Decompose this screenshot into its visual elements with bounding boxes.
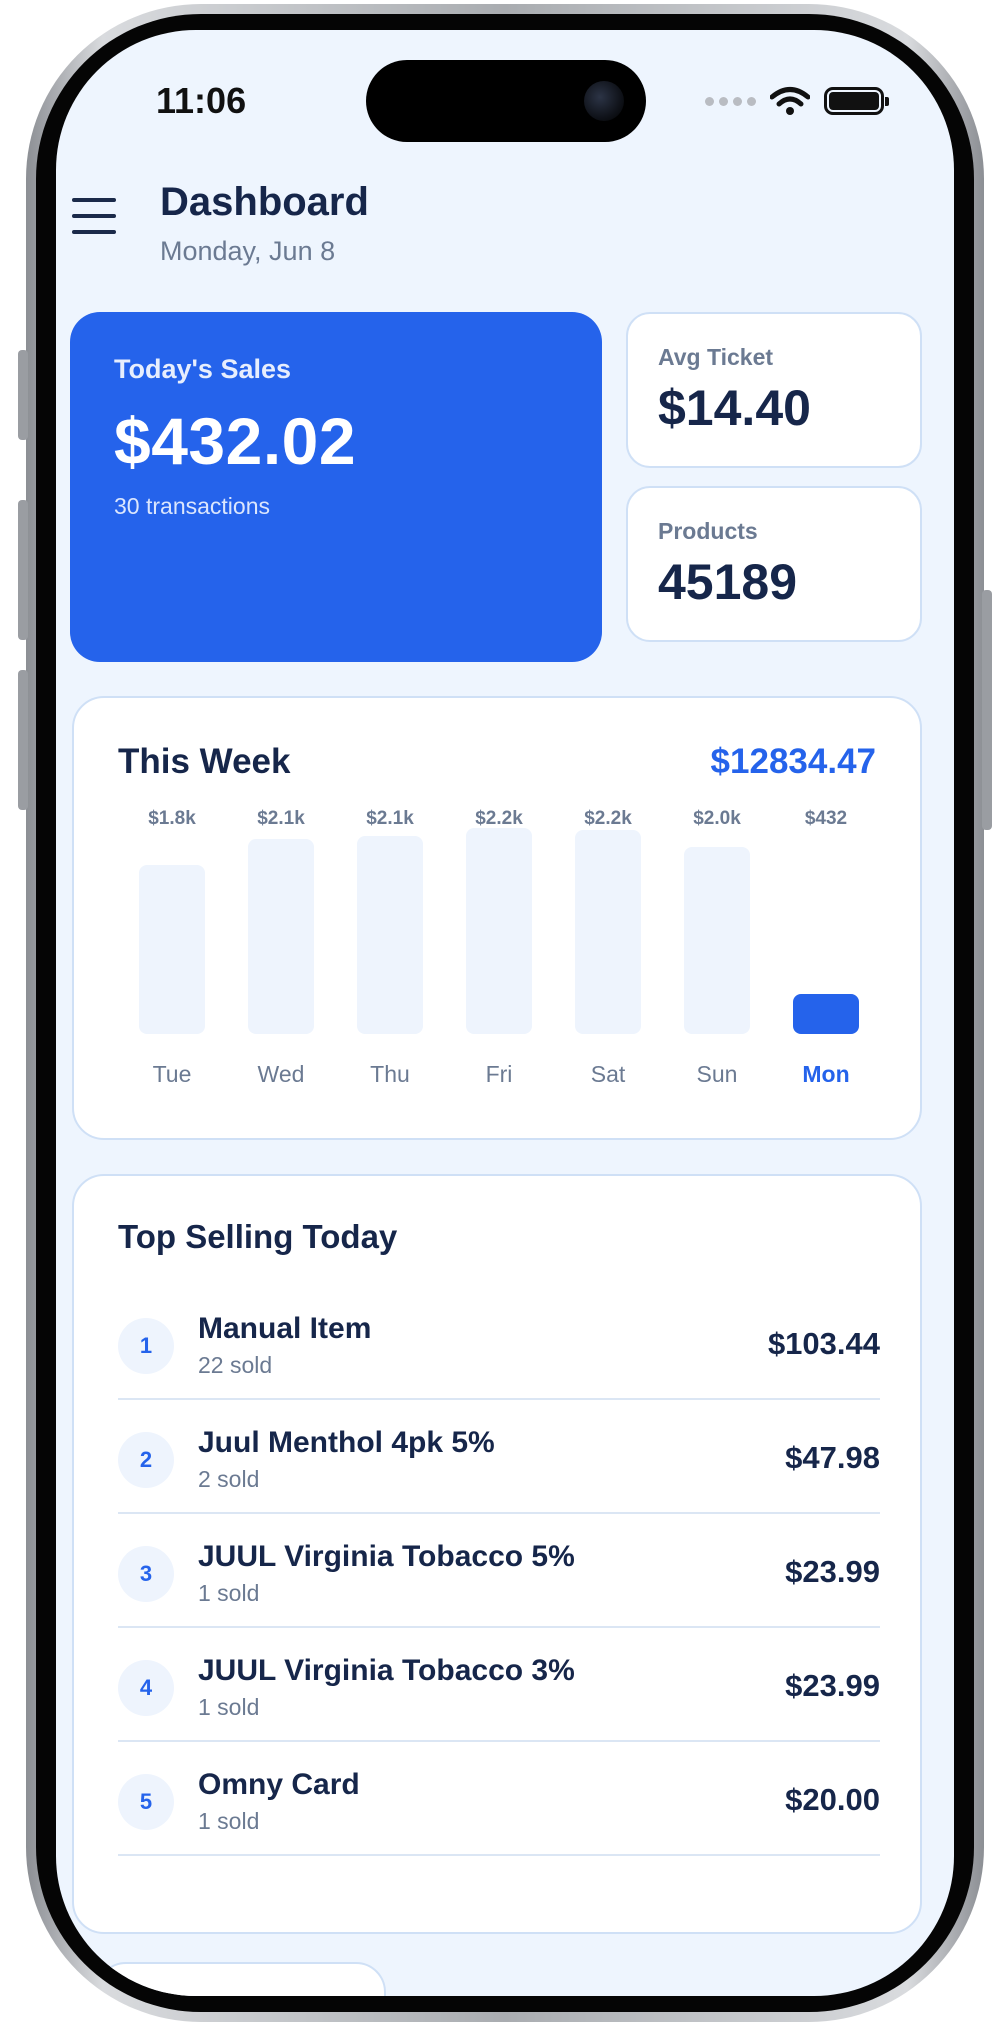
item-name: Juul Menthol 4pk 5% <box>198 1426 495 1459</box>
bar-fri <box>466 828 532 1034</box>
bar-column-sun[interactable]: $2.0k Sun <box>663 808 771 1118</box>
app-screen: 11:06 Dashboard Monday, Jun 8 Today's Sa… <box>56 30 954 1996</box>
bar-column-mon[interactable]: $432 Mon <box>772 808 880 1118</box>
volume-up-button <box>18 500 28 640</box>
todays-sales-card[interactable]: Today's Sales $432.02 30 transactions <box>70 312 602 662</box>
item-sold-count: 1 sold <box>198 1694 260 1720</box>
status-time: 11:06 <box>156 80 247 121</box>
rank-badge: 1 <box>118 1318 174 1374</box>
week-bar-chart: $1.8k Tue $2.1k Wed $2.1k Thu $2.2k Fri $2.2k Sat… <box>118 808 880 1118</box>
products-card[interactable]: Products 45189 <box>626 486 922 642</box>
bar-day-label: Mon <box>802 1061 850 1087</box>
item-total: $23.99 <box>785 1554 880 1589</box>
item-sold-count: 2 sold <box>198 1466 260 1492</box>
rank-badge: 5 <box>118 1774 174 1830</box>
bar-thu <box>357 835 423 1034</box>
bar-mon <box>793 993 859 1034</box>
bar-value-label: $1.8k <box>148 808 196 829</box>
item-sold-count: 1 sold <box>198 1580 260 1606</box>
sales-transactions: 30 transactions <box>114 493 270 519</box>
item-name: JUUL Virginia Tobacco 5% <box>198 1540 575 1573</box>
bar-column-fri[interactable]: $2.2k Fri <box>445 808 553 1118</box>
bar-day-label: Tue <box>152 1061 192 1087</box>
bar-value-label: $2.0k <box>693 808 741 829</box>
bar-value-label: $2.2k <box>584 808 632 829</box>
mute-switch <box>18 350 28 440</box>
list-item[interactable]: 2 Juul Menthol 4pk 5% 2 sold $47.98 <box>118 1400 880 1514</box>
rank-badge: 3 <box>118 1546 174 1602</box>
bar-day-label: Fri <box>485 1061 513 1087</box>
item-sold-count: 22 sold <box>198 1352 273 1378</box>
bar-sat <box>575 829 641 1034</box>
next-card-peek <box>96 1962 386 1996</box>
avg-ticket-value: $14.40 <box>658 380 811 436</box>
top-selling-list: 1 Manual Item 22 sold $103.44 2 Juul Men… <box>118 1286 880 1856</box>
this-week-card: This Week $12834.47 $1.8k Tue $2.1k Wed $2.1… <box>72 696 922 1140</box>
bar-column-thu[interactable]: $2.1k Thu <box>336 808 444 1118</box>
page-date: Monday, Jun 8 <box>160 236 336 266</box>
avg-ticket-label: Avg Ticket <box>658 344 774 370</box>
item-name: JUUL Virginia Tobacco 3% <box>198 1654 575 1687</box>
bar-day-label: Sun <box>696 1061 738 1087</box>
status-indicators <box>705 86 889 116</box>
battery-icon <box>824 87 889 115</box>
item-total: $103.44 <box>767 1326 880 1361</box>
products-label: Products <box>658 518 758 544</box>
power-button <box>982 590 992 830</box>
bar-day-label: Wed <box>257 1061 305 1087</box>
bar-value-label: $2.2k <box>475 808 523 829</box>
top-selling-title: Top Selling Today <box>118 1218 398 1255</box>
products-value: 45189 <box>658 554 798 610</box>
list-item[interactable]: 5 Omny Card 1 sold $20.00 <box>118 1742 880 1856</box>
week-title: This Week <box>118 742 291 781</box>
wifi-icon <box>770 87 810 115</box>
bar-tue <box>139 865 205 1034</box>
bar-wed <box>248 839 314 1034</box>
bar-column-wed[interactable]: $2.1k Wed <box>227 808 335 1118</box>
bar-column-tue[interactable]: $1.8k Tue <box>118 808 226 1118</box>
volume-down-button <box>18 670 28 810</box>
bar-sun <box>684 846 750 1034</box>
bar-day-label: Thu <box>370 1061 410 1087</box>
camera-icon <box>584 81 624 121</box>
avg-ticket-card[interactable]: Avg Ticket $14.40 <box>626 312 922 468</box>
list-item[interactable]: 4 JUUL Virginia Tobacco 3% 1 sold $23.99 <box>118 1628 880 1742</box>
list-item[interactable]: 3 JUUL Virginia Tobacco 5% 1 sold $23.99 <box>118 1514 880 1628</box>
bar-day-label: Sat <box>590 1061 626 1087</box>
item-total: $23.99 <box>785 1668 880 1703</box>
list-item[interactable]: 1 Manual Item 22 sold $103.44 <box>118 1286 880 1400</box>
sales-value: $432.02 <box>114 404 357 478</box>
week-total: $12834.47 <box>710 742 876 781</box>
item-name: Omny Card <box>198 1768 360 1801</box>
top-selling-card: Top Selling Today 1 Manual Item 22 sold … <box>72 1174 922 1934</box>
dynamic-island <box>366 60 646 142</box>
page-title: Dashboard <box>160 180 369 224</box>
rank-badge: 4 <box>118 1660 174 1716</box>
item-name: Manual Item <box>198 1312 372 1345</box>
bar-value-label: $2.1k <box>257 808 305 829</box>
bar-value-label: $432 <box>804 808 848 829</box>
sales-label: Today's Sales <box>114 354 292 384</box>
item-total: $47.98 <box>785 1440 880 1475</box>
bar-column-sat[interactable]: $2.2k Sat <box>554 808 662 1118</box>
bar-value-label: $2.1k <box>366 808 414 829</box>
item-total: $20.00 <box>785 1782 880 1817</box>
item-sold-count: 1 sold <box>198 1808 260 1834</box>
menu-icon[interactable] <box>72 198 116 238</box>
cellular-signal-icon <box>705 96 756 106</box>
rank-badge: 2 <box>118 1432 174 1488</box>
